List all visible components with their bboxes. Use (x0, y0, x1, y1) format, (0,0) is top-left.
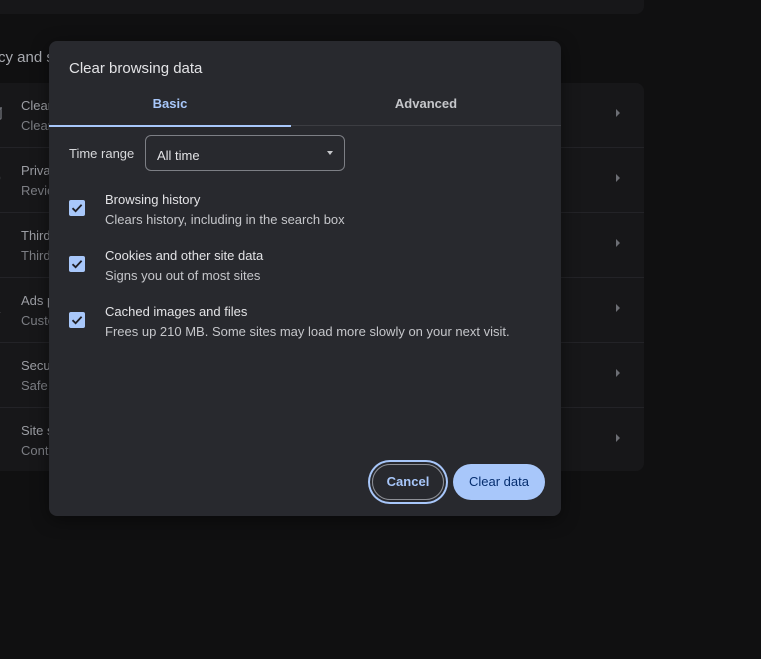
option-description: Frees up 210 MB. Some sites may load mor… (105, 324, 510, 339)
option-description: Clears history, including in the search … (105, 212, 345, 227)
trash-icon (0, 106, 4, 122)
chevron-right-icon (616, 109, 620, 117)
tab-basic[interactable]: Basic (49, 89, 291, 124)
settings-row-subtitle: Third (21, 248, 51, 263)
selected-tab-indicator (49, 125, 291, 127)
dropdown-arrow-icon (327, 151, 333, 155)
chevron-right-icon (616, 239, 620, 247)
ads-icon (0, 301, 4, 317)
option-title: Cached images and files (105, 304, 248, 319)
settings-row-title: Priva (21, 163, 51, 178)
clear-data-button[interactable]: Clear data (453, 464, 545, 500)
settings-row-subtitle: Cont (21, 443, 49, 458)
option-browsing-history: Browsing history Clears history, includi… (49, 192, 561, 232)
tab-bar: Basic Advanced (49, 89, 561, 127)
cookie-icon (0, 236, 4, 252)
settings-card-top (0, 0, 644, 14)
chevron-right-icon (616, 369, 620, 377)
time-range-value: All time (157, 148, 200, 163)
checkmark-icon (71, 204, 83, 213)
settings-row-title: Secu (21, 358, 51, 373)
clear-browsing-data-dialog: Clear browsing data Basic Advanced Time … (49, 41, 561, 516)
chevron-right-icon (616, 174, 620, 182)
time-range-label: Time range (69, 146, 135, 161)
checkmark-icon (71, 316, 83, 325)
option-cached-images: Cached images and files Frees up 210 MB.… (49, 304, 561, 344)
cached-images-checkbox[interactable] (69, 312, 85, 328)
settings-row-subtitle: Safe (21, 378, 48, 393)
compass-icon (0, 171, 4, 187)
option-title: Cookies and other site data (105, 248, 264, 263)
cookies-checkbox[interactable] (69, 256, 85, 272)
tab-advanced[interactable]: Advanced (291, 89, 561, 124)
shield-icon (0, 366, 4, 382)
settings-row-subtitle: Clear (21, 118, 53, 133)
chevron-right-icon (616, 434, 620, 442)
checkmark-icon (71, 260, 83, 269)
option-title: Browsing history (105, 192, 201, 207)
dialog-title: Clear browsing data (69, 60, 203, 77)
settings-row-title: Clear (21, 98, 53, 113)
chevron-right-icon (616, 304, 620, 312)
cancel-button[interactable]: Cancel (372, 464, 444, 500)
option-cookies: Cookies and other site data Signs you ou… (49, 248, 561, 288)
time-range-select[interactable]: All time (145, 135, 345, 171)
option-description: Signs you out of most sites (105, 268, 261, 283)
settings-row-title: Third (21, 228, 51, 243)
settings-section-heading: cy and s (0, 49, 54, 66)
tune-icon (0, 431, 4, 447)
browsing-history-checkbox[interactable] (69, 200, 85, 216)
